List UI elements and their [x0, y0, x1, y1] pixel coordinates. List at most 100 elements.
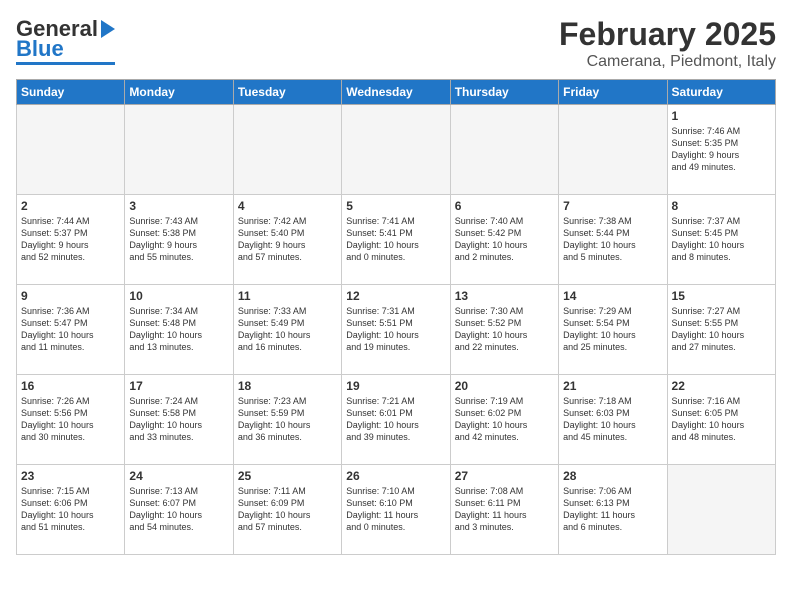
day-number: 6 — [455, 199, 554, 213]
week-row-3: 16Sunrise: 7:26 AM Sunset: 5:56 PM Dayli… — [17, 375, 776, 465]
header-day-friday: Friday — [559, 80, 667, 105]
day-info: Sunrise: 7:10 AM Sunset: 6:10 PM Dayligh… — [346, 485, 445, 534]
day-number: 27 — [455, 469, 554, 483]
day-cell — [450, 105, 558, 195]
day-cell: 19Sunrise: 7:21 AM Sunset: 6:01 PM Dayli… — [342, 375, 450, 465]
day-info: Sunrise: 7:41 AM Sunset: 5:41 PM Dayligh… — [346, 215, 445, 264]
day-number: 18 — [238, 379, 337, 393]
day-number: 4 — [238, 199, 337, 213]
day-cell: 10 Sunrise: 7:34 AM Sunset: 5:48 PM Dayli… — [125, 285, 233, 375]
day-info: Sunrise: 7:44 AM Sunset: 5:37 PM Dayligh… — [21, 215, 120, 264]
day-cell: 6 Sunrise: 7:40 AM Sunset: 5:42 PM Daylig… — [450, 195, 558, 285]
day-number: 5 — [346, 199, 445, 213]
day-info: Sunrise: 7:11 AM Sunset: 6:09 PM Dayligh… — [238, 485, 337, 534]
day-info: Sunrise: 7:36 AM Sunset: 5:47 PM Dayligh… — [21, 305, 120, 354]
day-info: Sunrise: 7:29 AM Sunset: 5:54 PM Dayligh… — [563, 305, 662, 354]
day-number: 1 — [672, 109, 771, 123]
day-cell: 8 Sunrise: 7:37 AM Sunset: 5:45 PM Daylig… — [667, 195, 775, 285]
calendar-header: SundayMondayTuesdayWednesdayThursdayFrid… — [17, 80, 776, 105]
header-row: SundayMondayTuesdayWednesdayThursdayFrid… — [17, 80, 776, 105]
day-info: Sunrise: 7:40 AM Sunset: 5:42 PM Dayligh… — [455, 215, 554, 264]
day-info: Sunrise: 7:38 AM Sunset: 5:44 PM Dayligh… — [563, 215, 662, 264]
day-number: 11 — [238, 289, 337, 303]
week-row-4: 23 Sunrise: 7:15 AM Sunset: 6:06 PM Dayli… — [17, 465, 776, 555]
day-number: 23 — [21, 469, 120, 483]
day-info: Sunrise: 7:18 AM Sunset: 6:03 PM Dayligh… — [563, 395, 662, 444]
day-cell: 9 Sunrise: 7:36 AM Sunset: 5:47 PM Daylig… — [17, 285, 125, 375]
month-year-title: February 2025 — [559, 16, 776, 53]
day-info: Sunrise: 7:46 AM Sunset: 5:35 PM Dayligh… — [672, 125, 771, 174]
header-day-sunday: Sunday — [17, 80, 125, 105]
day-cell — [233, 105, 341, 195]
day-number: 8 — [672, 199, 771, 213]
day-number: 2 — [21, 199, 120, 213]
day-cell: 24 Sunrise: 7:13 AM Sunset: 6:07 PM Dayli… — [125, 465, 233, 555]
day-number: 26 — [346, 469, 445, 483]
day-cell: 7 Sunrise: 7:38 AM Sunset: 5:44 PM Daylig… — [559, 195, 667, 285]
day-cell: 3 Sunrise: 7:43 AM Sunset: 5:38 PM Daylig… — [125, 195, 233, 285]
day-info: Sunrise: 7:23 AM Sunset: 5:59 PM Dayligh… — [238, 395, 337, 444]
day-info: Sunrise: 7:34 AM Sunset: 5:48 PM Dayligh… — [129, 305, 228, 354]
day-cell: 26 Sunrise: 7:10 AM Sunset: 6:10 PM Dayli… — [342, 465, 450, 555]
day-info: Sunrise: 7:42 AM Sunset: 5:40 PM Dayligh… — [238, 215, 337, 264]
day-info: Sunrise: 7:27 AM Sunset: 5:55 PM Dayligh… — [672, 305, 771, 354]
page-header: General Blue February 2025 Camerana, Pie… — [16, 16, 776, 71]
day-cell: 5 Sunrise: 7:41 AM Sunset: 5:41 PM Daylig… — [342, 195, 450, 285]
day-number: 9 — [21, 289, 120, 303]
day-info: Sunrise: 7:16 AM Sunset: 6:05 PM Dayligh… — [672, 395, 771, 444]
day-cell — [125, 105, 233, 195]
day-cell: 11 Sunrise: 7:33 AM Sunset: 5:49 PM Dayli… — [233, 285, 341, 375]
day-number: 7 — [563, 199, 662, 213]
day-info: Sunrise: 7:06 AM Sunset: 6:13 PM Dayligh… — [563, 485, 662, 534]
day-cell: 22 Sunrise: 7:16 AM Sunset: 6:05 PM Dayli… — [667, 375, 775, 465]
day-cell: 1 Sunrise: 7:46 AM Sunset: 5:35 PM Daylig… — [667, 105, 775, 195]
day-cell — [667, 465, 775, 555]
day-cell: 15Sunrise: 7:27 AM Sunset: 5:55 PM Dayli… — [667, 285, 775, 375]
day-cell: 20Sunrise: 7:19 AM Sunset: 6:02 PM Dayli… — [450, 375, 558, 465]
day-cell: 16Sunrise: 7:26 AM Sunset: 5:56 PM Dayli… — [17, 375, 125, 465]
day-number: 24 — [129, 469, 228, 483]
day-number: 19 — [346, 379, 445, 393]
day-number: 13 — [455, 289, 554, 303]
header-day-saturday: Saturday — [667, 80, 775, 105]
week-row-0: 1 Sunrise: 7:46 AM Sunset: 5:35 PM Daylig… — [17, 105, 776, 195]
day-number: 17 — [129, 379, 228, 393]
logo-underline — [16, 62, 115, 65]
day-cell — [342, 105, 450, 195]
day-number: 12 — [346, 289, 445, 303]
header-day-monday: Monday — [125, 80, 233, 105]
day-number: 20 — [455, 379, 554, 393]
day-cell — [17, 105, 125, 195]
day-info: Sunrise: 7:13 AM Sunset: 6:07 PM Dayligh… — [129, 485, 228, 534]
week-row-1: 2 Sunrise: 7:44 AM Sunset: 5:37 PM Daylig… — [17, 195, 776, 285]
day-cell — [559, 105, 667, 195]
day-cell: 2 Sunrise: 7:44 AM Sunset: 5:37 PM Daylig… — [17, 195, 125, 285]
day-number: 16 — [21, 379, 120, 393]
day-info: Sunrise: 7:43 AM Sunset: 5:38 PM Dayligh… — [129, 215, 228, 264]
day-info: Sunrise: 7:30 AM Sunset: 5:52 PM Dayligh… — [455, 305, 554, 354]
calendar-table: SundayMondayTuesdayWednesdayThursdayFrid… — [16, 79, 776, 555]
day-cell: 18 Sunrise: 7:23 AM Sunset: 5:59 PM Dayli… — [233, 375, 341, 465]
day-info: Sunrise: 7:33 AM Sunset: 5:49 PM Dayligh… — [238, 305, 337, 354]
day-number: 14 — [563, 289, 662, 303]
day-number: 21 — [563, 379, 662, 393]
day-cell: 28Sunrise: 7:06 AM Sunset: 6:13 PM Dayli… — [559, 465, 667, 555]
day-number: 3 — [129, 199, 228, 213]
day-cell: 25 Sunrise: 7:11 AM Sunset: 6:09 PM Dayli… — [233, 465, 341, 555]
day-number: 10 — [129, 289, 228, 303]
day-info: Sunrise: 7:15 AM Sunset: 6:06 PM Dayligh… — [21, 485, 120, 534]
day-number: 25 — [238, 469, 337, 483]
header-day-wednesday: Wednesday — [342, 80, 450, 105]
day-info: Sunrise: 7:37 AM Sunset: 5:45 PM Dayligh… — [672, 215, 771, 264]
day-cell: 12Sunrise: 7:31 AM Sunset: 5:51 PM Dayli… — [342, 285, 450, 375]
day-cell: 14 Sunrise: 7:29 AM Sunset: 5:54 PM Dayli… — [559, 285, 667, 375]
location-subtitle: Camerana, Piedmont, Italy — [559, 53, 776, 71]
day-number: 22 — [672, 379, 771, 393]
title-block: February 2025 Camerana, Piedmont, Italy — [559, 16, 776, 71]
week-row-2: 9 Sunrise: 7:36 AM Sunset: 5:47 PM Daylig… — [17, 285, 776, 375]
logo-arrow-icon — [101, 20, 115, 38]
day-info: Sunrise: 7:24 AM Sunset: 5:58 PM Dayligh… — [129, 395, 228, 444]
day-cell: 4 Sunrise: 7:42 AM Sunset: 5:40 PM Daylig… — [233, 195, 341, 285]
day-cell: 21 Sunrise: 7:18 AM Sunset: 6:03 PM Dayli… — [559, 375, 667, 465]
header-day-tuesday: Tuesday — [233, 80, 341, 105]
